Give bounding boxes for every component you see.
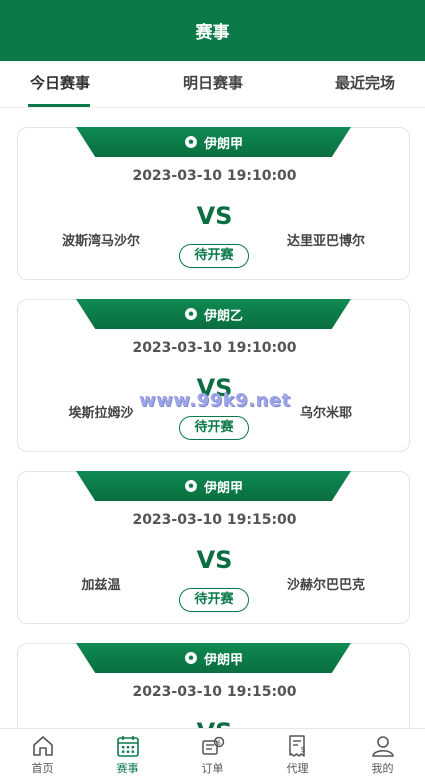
tab-recent-finished[interactable]: 最近完场	[332, 61, 398, 108]
tab-tomorrow[interactable]: 明日赛事	[180, 61, 246, 108]
match-time: 2023-03-10 19:10:00	[132, 340, 297, 356]
league-name: 伊朗甲	[203, 652, 243, 668]
user-icon	[371, 736, 394, 757]
match-time: 2023-03-10 19:10:00	[132, 168, 297, 184]
nav-item-matches[interactable]: 赛事	[85, 729, 170, 777]
home-team: 波斯湾马沙尔	[61, 234, 140, 249]
away-team: 达里亚巴博尔	[286, 234, 365, 249]
nav-label: 首页	[31, 762, 54, 775]
match-card[interactable]: 伊朗甲 2023-03-10 19:10:00 VS 波斯湾马沙尔 达里亚巴博尔…	[17, 127, 410, 280]
app-header: 赛事	[0, 0, 425, 61]
nav-label: 代理	[286, 762, 309, 775]
match-time: 2023-03-10 19:15:00	[132, 684, 297, 700]
soccer-ball-icon	[184, 479, 198, 493]
match-time: 2023-03-10 19:15:00	[132, 512, 297, 528]
nav-label: 我的	[371, 762, 394, 775]
tab-today[interactable]: 今日赛事	[28, 61, 92, 108]
league-banner: 伊朗甲	[76, 471, 351, 501]
nav-item-profile[interactable]: 我的	[340, 729, 425, 777]
soccer-ball-icon	[184, 307, 198, 321]
match-card[interactable]: 伊朗乙 2023-03-10 19:10:00 VS 埃斯拉姆沙 乌尔米耶 待开…	[17, 299, 410, 452]
match-card[interactable]: 伊朗甲 2023-03-10 19:15:00 VS	[17, 643, 410, 728]
league-banner: 伊朗甲	[76, 127, 351, 157]
vs-label: VS	[18, 718, 411, 728]
active-tab-indicator	[28, 104, 90, 107]
away-team: 沙赫尔巴巴克	[286, 578, 365, 593]
svg-text:$: $	[300, 745, 305, 754]
watermark-text: www.99k9.net	[139, 390, 291, 411]
soccer-ball-icon	[184, 135, 198, 149]
vs-label: VS	[196, 546, 233, 574]
league-banner: 伊朗乙	[76, 299, 351, 329]
league-name: 伊朗乙	[203, 308, 243, 324]
vs-label: VS	[196, 202, 233, 230]
svg-text:$: $	[217, 740, 221, 747]
calendar-icon	[116, 736, 139, 757]
soccer-ball-icon	[184, 651, 198, 665]
page-title: 赛事	[195, 23, 230, 43]
agent-icon: $	[288, 735, 305, 757]
nav-label: 订单	[201, 762, 224, 775]
match-card[interactable]: 伊朗甲 2023-03-10 19:15:00 VS 加兹温 沙赫尔巴巴克 待开…	[17, 471, 410, 624]
match-status-badge[interactable]: 待开赛	[179, 588, 249, 612]
nav-item-orders[interactable]: $ 订单	[170, 729, 255, 777]
home-icon	[32, 736, 53, 756]
match-list[interactable]: 伊朗甲 2023-03-10 19:10:00 VS 波斯湾马沙尔 达里亚巴博尔…	[0, 108, 425, 728]
league-name: 伊朗甲	[203, 136, 243, 152]
match-status-badge[interactable]: 待开赛	[179, 244, 249, 268]
order-icon: $	[201, 736, 224, 755]
nav-item-home[interactable]: 首页	[0, 729, 85, 777]
league-banner: 伊朗甲	[76, 643, 351, 673]
bottom-nav: 首页 赛事 $ 订单 $ 代理 我的	[0, 728, 425, 777]
league-name: 伊朗甲	[203, 480, 243, 496]
match-tabs: 今日赛事 明日赛事 最近完场	[0, 61, 425, 108]
nav-label: 赛事	[116, 762, 139, 775]
match-status-badge[interactable]: 待开赛	[179, 416, 249, 440]
nav-item-agent[interactable]: $ 代理	[255, 729, 340, 777]
home-team: 加兹温	[81, 578, 121, 593]
